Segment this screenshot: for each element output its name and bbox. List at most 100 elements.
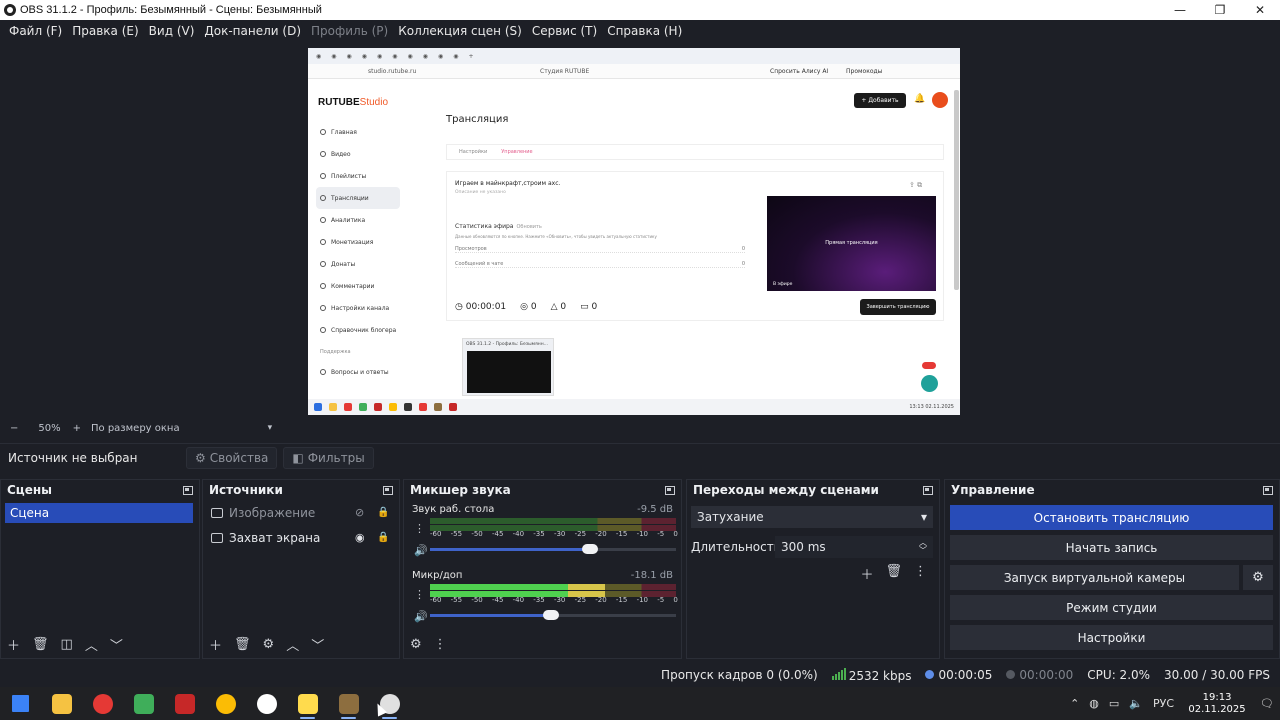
eye-hidden-icon[interactable]: ⊘ — [355, 506, 364, 519]
chrome-icon — [215, 693, 236, 714]
undock-icon[interactable] — [1263, 485, 1273, 495]
add-scene-button[interactable]: ＋ — [7, 635, 20, 654]
menu-edit[interactable]: Правка (E) — [67, 24, 143, 38]
menu-help[interactable]: Справка (H) — [602, 24, 687, 38]
settings-button[interactable]: Настройки — [950, 625, 1273, 650]
menu-view[interactable]: Вид (V) — [144, 24, 200, 38]
transition-tools: ＋ 🗑 ⋮ — [687, 564, 939, 583]
more-icon[interactable]: ⋮ — [414, 588, 425, 601]
menu-docks[interactable]: Док-панели (D) — [199, 24, 306, 38]
controls-dock: Управление Остановить трансляцию Начать … — [944, 479, 1280, 659]
yandex-browser-icon — [297, 693, 318, 714]
transition-select[interactable]: Затухание ▾ — [691, 506, 933, 528]
move-up-button[interactable]: ︿ — [286, 635, 299, 654]
lock-icon[interactable]: 🔒 — [377, 507, 389, 518]
rutube-add-button: + Добавить — [854, 93, 906, 108]
undock-icon[interactable] — [383, 485, 393, 495]
advanced-audio-icon[interactable]: ⚙ — [410, 637, 422, 652]
start-button[interactable] — [0, 687, 41, 720]
menu-tools[interactable]: Сервис (T) — [527, 24, 602, 38]
record-time: 00:00:00 — [1006, 668, 1073, 682]
volume-icon[interactable]: 🔈 — [1129, 697, 1143, 710]
zoom-out-button[interactable]: − — [10, 423, 18, 434]
add-transition-button[interactable]: ＋ — [860, 564, 873, 583]
menu-scene-collection[interactable]: Коллекция сцен (S) — [393, 24, 527, 38]
scale-mode-select[interactable]: По размеру окна — [91, 423, 180, 434]
scene-item[interactable]: Сцена — [5, 503, 193, 523]
windows-icon — [12, 695, 29, 712]
taskbar-app-yandex[interactable] — [82, 687, 123, 720]
status-bar: Пропуск кадров 0 (0.0%) 2532 kbps 00:00:… — [0, 664, 1280, 686]
gear-icon[interactable]: ⚙ — [1243, 565, 1273, 590]
speaker-icon[interactable]: 🔊 — [414, 544, 428, 557]
bitrate: 2532 kbps — [831, 667, 911, 683]
properties-button[interactable]: ⚙ Свойства — [186, 446, 278, 469]
start-virtual-camera-button[interactable]: Запуск виртуальной камеры — [950, 565, 1239, 590]
close-button[interactable]: ✕ — [1240, 3, 1280, 17]
notification-icon[interactable]: 🗨 — [1260, 697, 1274, 710]
lock-icon[interactable]: 🔒 — [377, 532, 389, 543]
clock[interactable]: 19:13 02.11.2025 — [1184, 692, 1250, 716]
duration-input[interactable]: 300 ms ︿ ﹀ — [775, 536, 933, 558]
taskbar-app-yandex-browser[interactable] — [287, 687, 328, 720]
undock-icon[interactable] — [665, 485, 675, 495]
move-up-button[interactable]: ︿ — [85, 635, 98, 654]
browser-page-title: Студия RUTUBE — [540, 67, 590, 75]
more-icon[interactable]: ⋮ — [914, 564, 927, 583]
taskbar-app-antivirus[interactable] — [123, 687, 164, 720]
move-down-button[interactable]: ﹀ — [311, 635, 324, 654]
stream-counters: ◷ 00:00:01 ◎ 0 △ 0 ▭ 0 — [455, 302, 598, 312]
maximize-button[interactable]: ❐ — [1200, 3, 1240, 17]
battery-icon[interactable]: ▭ — [1109, 697, 1119, 710]
spinner-icon[interactable]: ︿ ﹀ — [919, 539, 927, 555]
taskbar-app-minecraft[interactable] — [328, 687, 369, 720]
chevron-down-icon[interactable]: ▾ — [268, 423, 273, 433]
source-item[interactable]: Захват экрана ◉ 🔒 — [203, 525, 399, 550]
undock-icon[interactable] — [923, 485, 933, 495]
no-source-label: Источник не выбран — [8, 450, 138, 465]
menu-profile: Профиль (P) — [311, 23, 389, 38]
duration-label: Длительность — [691, 540, 781, 554]
eye-icon[interactable]: ◉ — [355, 531, 365, 544]
trash-icon[interactable]: 🗑 — [32, 637, 49, 652]
stats-row: Сообщений в чате 0 — [455, 261, 745, 268]
chevron-up-icon[interactable]: ⌃ — [1070, 697, 1079, 710]
rutube-nav-item: Монетизация — [316, 231, 400, 253]
transitions-dock: Переходы между сценами Затухание ▾ Длител… — [686, 479, 940, 659]
move-down-button[interactable]: ﹀ — [110, 635, 123, 654]
minimize-button[interactable]: — — [1160, 3, 1200, 17]
taskbar-app-chrome[interactable] — [205, 687, 246, 720]
window-title: OBS 31.1.2 - Профиль: Безымянный - Сцены… — [20, 4, 322, 16]
stop-streaming-button[interactable]: Остановить трансляцию — [950, 505, 1273, 530]
filter-icon[interactable]: ◫ — [61, 637, 73, 652]
network-icon[interactable]: ◍ — [1089, 697, 1099, 710]
volume-slider[interactable] — [430, 610, 676, 620]
studio-mode-button[interactable]: Режим студии — [950, 595, 1273, 620]
add-source-button[interactable]: ＋ — [209, 635, 222, 654]
preview-canvas[interactable]: ◉ ◉ ◉ ◉ ◉ ◉ ◉ ◉ ◉ ◉ + studio.rutube.ru Студия RUTU… — [308, 48, 960, 415]
rutube-nav-item: Главная — [316, 121, 400, 143]
more-icon[interactable]: ⋮ — [434, 637, 447, 652]
taskbar-app-explorer[interactable] — [41, 687, 82, 720]
taskbar-app-red[interactable] — [164, 687, 205, 720]
virtual-camera-row: Запуск виртуальной камеры ⚙ — [950, 565, 1273, 590]
taskbar-app-unreal[interactable] — [246, 687, 287, 720]
start-recording-button[interactable]: Начать запись — [950, 535, 1273, 560]
live-icon — [925, 670, 935, 679]
more-icon[interactable]: ⋮ — [414, 522, 425, 535]
undock-icon[interactable] — [183, 485, 193, 495]
source-item[interactable]: Изображение ⊘ 🔒 — [203, 500, 399, 525]
language-indicator[interactable]: РУС — [1153, 697, 1174, 710]
speaker-icon[interactable]: 🔊 — [414, 610, 428, 623]
menu-file[interactable]: Файл (F) — [4, 24, 67, 38]
browser-url: studio.rutube.ru — [368, 67, 417, 75]
taskbar-thumbnail-popup: OBS 31.1.2 - Профиль: Безымянн... — [462, 338, 554, 396]
sources-dock: Источники Изображение ⊘ 🔒 Захват экрана … — [202, 479, 400, 659]
filters-button[interactable]: ◧ Фильтры — [283, 446, 374, 469]
gear-icon[interactable]: ⚙ — [263, 637, 275, 652]
trash-icon[interactable]: 🗑 — [234, 637, 251, 652]
app-icon — [174, 693, 195, 714]
zoom-in-button[interactable]: + — [73, 423, 81, 434]
trash-icon[interactable]: 🗑 — [885, 564, 902, 583]
volume-slider[interactable] — [430, 544, 676, 554]
